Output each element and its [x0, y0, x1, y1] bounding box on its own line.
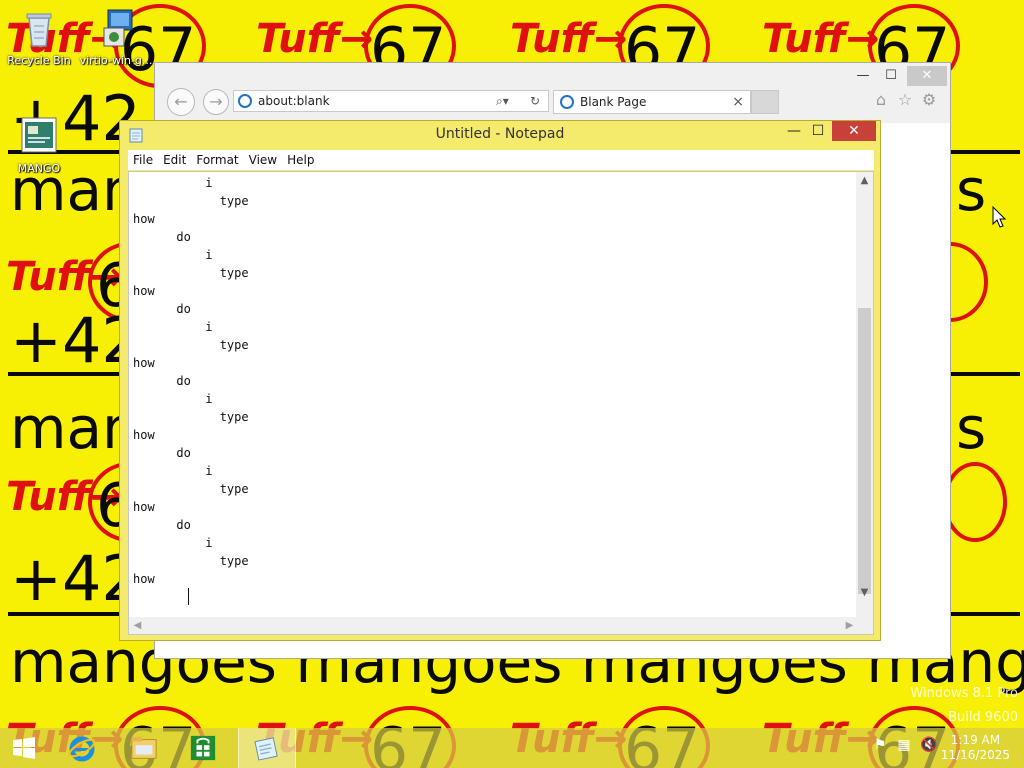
installer-icon — [103, 9, 133, 47]
text-editor[interactable]: i type how do i type how do i type how do i… — [128, 171, 874, 635]
text-caret — [188, 588, 189, 605]
editor-line: how — [133, 500, 155, 514]
windows-logo-icon — [13, 737, 35, 759]
network-icon[interactable]: ▦ — [896, 734, 912, 756]
image-file-icon — [21, 117, 57, 153]
address-bar[interactable]: about:blank ⌕▾ ↻ — [233, 90, 549, 112]
clock-time: 1:19 AM — [950, 733, 1001, 747]
store-icon — [190, 735, 216, 761]
ie-toolbar: — ☐ ✕ ← → about:blank ⌕▾ ↻ Blank Page × … — [155, 63, 950, 123]
address-text: about:blank — [258, 94, 330, 108]
editor-text-area[interactable]: i type how do i type how do i type how do i… — [133, 172, 859, 618]
editor-line: how — [133, 356, 155, 370]
new-tab-button[interactable] — [751, 90, 779, 114]
editor-line: do — [133, 230, 191, 244]
desktop-icon-label: Recycle Bin — [7, 54, 71, 67]
svg-text:Tuff→: Tuff→ — [510, 16, 627, 62]
editor-line: do — [133, 518, 191, 532]
svg-text:Tuff→: Tuff→ — [762, 16, 879, 62]
taskbar-notepad[interactable] — [238, 728, 296, 768]
editor-line: how — [133, 428, 155, 442]
search-icon[interactable]: ⌕▾ — [496, 91, 509, 111]
menu-edit[interactable]: Edit — [158, 150, 191, 170]
editor-line: i — [133, 536, 213, 550]
settings-icon[interactable]: ⚙ — [919, 90, 939, 110]
editor-line: i — [133, 320, 213, 334]
clock[interactable]: 1:19 AM 11/16/2025 — [941, 733, 1010, 763]
notepad-title-bar[interactable]: Untitled - Notepad — ☐ ✕ — [120, 121, 880, 149]
taskbar-file-explorer[interactable] — [116, 728, 172, 768]
editor-line: i — [133, 464, 213, 478]
maximize-button[interactable]: ☐ — [806, 121, 830, 141]
ie-tab-icon — [560, 95, 574, 109]
editor-line: type — [133, 338, 249, 352]
tab-close-icon[interactable]: × — [732, 91, 744, 113]
favorites-icon[interactable]: ☆ — [895, 90, 915, 110]
tab-title: Blank Page — [580, 95, 647, 109]
editor-line: i — [133, 248, 213, 262]
close-button[interactable]: ✕ — [832, 121, 876, 141]
clock-date: 11/16/2025 — [940, 748, 1010, 762]
scroll-up-icon[interactable]: ▲ — [856, 172, 873, 189]
recycle-bin-icon — [26, 13, 52, 47]
action-center-flag-icon[interactable]: ⚑ — [872, 734, 888, 756]
scroll-left-icon[interactable]: ◀ — [129, 617, 146, 634]
horizontal-scrollbar[interactable]: ◀ ▶ — [129, 617, 858, 634]
menu-bar: File Edit Format View Help — [128, 150, 874, 170]
editor-line: do — [133, 446, 191, 460]
editor-line: do — [133, 374, 191, 388]
vertical-scrollbar[interactable]: ▲ ▼ — [856, 172, 873, 618]
editor-line: type — [133, 266, 249, 280]
taskbar-store[interactable] — [176, 728, 232, 768]
taskbar: ⚑ ▦ 🔇 1:19 AM 11/16/2025 — [0, 728, 1024, 768]
scrollbar-thumb[interactable] — [858, 308, 871, 594]
editor-line: do — [133, 302, 191, 316]
internet-explorer-icon — [68, 736, 96, 762]
menu-file[interactable]: File — [128, 150, 158, 170]
minimize-button[interactable]: — — [782, 121, 806, 141]
svg-text:s: s — [956, 156, 986, 224]
home-icon[interactable]: ⌂ — [871, 90, 891, 110]
size-grip[interactable] — [856, 617, 873, 634]
desktop-icon-label: virtio-win-g... — [79, 54, 153, 67]
svg-text:s: s — [956, 394, 986, 462]
desktop-icon-mango[interactable]: MANGO — [1, 116, 77, 175]
window-title: Untitled - Notepad — [435, 126, 565, 142]
forward-icon[interactable]: → — [203, 89, 229, 115]
editor-line: type — [133, 410, 249, 424]
back-icon[interactable]: ← — [167, 88, 195, 116]
menu-view[interactable]: View — [244, 150, 282, 170]
editor-line: i — [133, 176, 213, 190]
mouse-cursor-icon — [992, 206, 1006, 228]
scroll-down-icon[interactable]: ▼ — [856, 584, 873, 601]
os-watermark-edition: Windows 8.1 Pro — [910, 686, 1018, 701]
svg-text:Tuff→: Tuff→ — [256, 16, 373, 62]
menu-format[interactable]: Format — [191, 150, 243, 170]
refresh-icon[interactable]: ↻ — [530, 91, 540, 111]
folder-icon — [131, 736, 157, 759]
editor-line: type — [133, 482, 249, 496]
desktop-icon-label: MANGO — [17, 162, 61, 175]
taskbar-internet-explorer[interactable] — [54, 728, 110, 768]
ie-page-icon — [238, 94, 252, 108]
editor-line: type — [133, 554, 249, 568]
os-watermark-build: Build 9600 — [948, 710, 1018, 725]
menu-help[interactable]: Help — [282, 150, 319, 170]
start-button[interactable] — [0, 728, 50, 768]
volume-muted-icon[interactable]: 🔇 — [920, 734, 937, 756]
desktop-icon-recycle-bin[interactable]: Recycle Bin — [1, 8, 77, 67]
editor-line: type — [133, 194, 249, 208]
desktop-icon-virtio-win[interactable]: virtio-win-g... — [78, 8, 154, 67]
ie-maximize-button[interactable]: ☐ — [877, 66, 905, 86]
ie-minimize-button[interactable]: — — [849, 66, 877, 86]
ie-close-button[interactable]: ✕ — [907, 66, 947, 86]
notepad-icon — [254, 737, 278, 761]
editor-line: how — [133, 284, 155, 298]
editor-line: how — [133, 212, 155, 226]
tab-blank-page[interactable]: Blank Page × — [553, 90, 751, 114]
notepad-window[interactable]: Untitled - Notepad — ☐ ✕ File Edit Format V… — [119, 120, 881, 641]
editor-line: i — [133, 392, 213, 406]
editor-line: how — [133, 572, 155, 586]
